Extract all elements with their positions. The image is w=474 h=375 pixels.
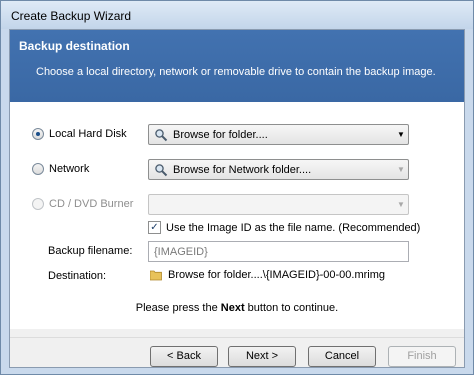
button-bar: < Back Next > Cancel Finish [10,337,464,367]
folder-icon [150,270,162,281]
back-button[interactable]: < Back [150,346,218,367]
network-label: Network [49,163,90,175]
cd-dvd-radio[interactable] [32,198,44,210]
network-folder-dropdown-value: Browse for Network folder.... [173,163,312,176]
options-panel: Local Hard Disk Browse for folder.... ▼ … [10,102,464,329]
cd-dvd-label: CD / DVD Burner [49,198,134,210]
chevron-down-icon: ▼ [397,130,405,139]
local-hard-disk-label: Local Hard Disk [49,128,127,140]
next-button[interactable]: Next > [228,346,296,367]
chevron-down-icon: ▼ [397,165,405,174]
cd-dvd-radio-row[interactable]: CD / DVD Burner [32,198,133,210]
continue-hint-prefix: Please press the [135,302,221,314]
search-folder-icon [153,162,169,178]
local-folder-dropdown-value: Browse for folder.... [173,128,268,141]
network-radio-row[interactable]: Network [32,163,89,175]
backup-filename-input[interactable] [148,241,409,262]
chevron-down-icon: ▼ [397,200,405,209]
continue-hint-next: Next [220,302,245,314]
image-id-checkbox-row[interactable]: ✓ Use the Image ID as the file name. (Re… [148,221,420,234]
finish-button[interactable]: Finish [388,346,456,367]
local-folder-dropdown[interactable]: Browse for folder.... ▼ [148,124,409,145]
cancel-button[interactable]: Cancel [308,346,376,367]
continue-hint: Please press the Next button to continue… [10,302,464,314]
backup-filename-label: Backup filename: [48,245,133,257]
banner-description: Choose a local directory, network or rem… [36,66,436,78]
destination-label: Destination: [48,270,107,282]
search-folder-icon [153,127,169,143]
window-title: Create Backup Wizard [11,9,132,23]
cd-dvd-dropdown[interactable]: ▼ [148,194,409,215]
image-id-checkbox[interactable]: ✓ [148,221,161,234]
wizard-content: Backup destination Choose a local direct… [9,29,465,368]
destination-path: Browse for folder....\{IMAGEID}-00-00.mr… [150,269,385,281]
header-banner: Backup destination Choose a local direct… [10,30,464,102]
wizard-window: Create Backup Wizard Backup destination … [0,0,474,375]
banner-title: Backup destination [19,39,130,53]
continue-hint-suffix: button to continue. [244,302,339,314]
destination-value: Browse for folder....\{IMAGEID}-00-00.mr… [168,269,386,281]
image-id-checkbox-label: Use the Image ID as the file name. (Reco… [166,221,421,234]
local-hard-disk-radio[interactable] [32,128,44,140]
title-bar[interactable]: Create Backup Wizard [1,1,473,29]
network-folder-dropdown[interactable]: Browse for Network folder.... ▼ [148,159,409,180]
network-radio[interactable] [32,163,44,175]
local-hard-disk-radio-row[interactable]: Local Hard Disk [32,128,127,140]
